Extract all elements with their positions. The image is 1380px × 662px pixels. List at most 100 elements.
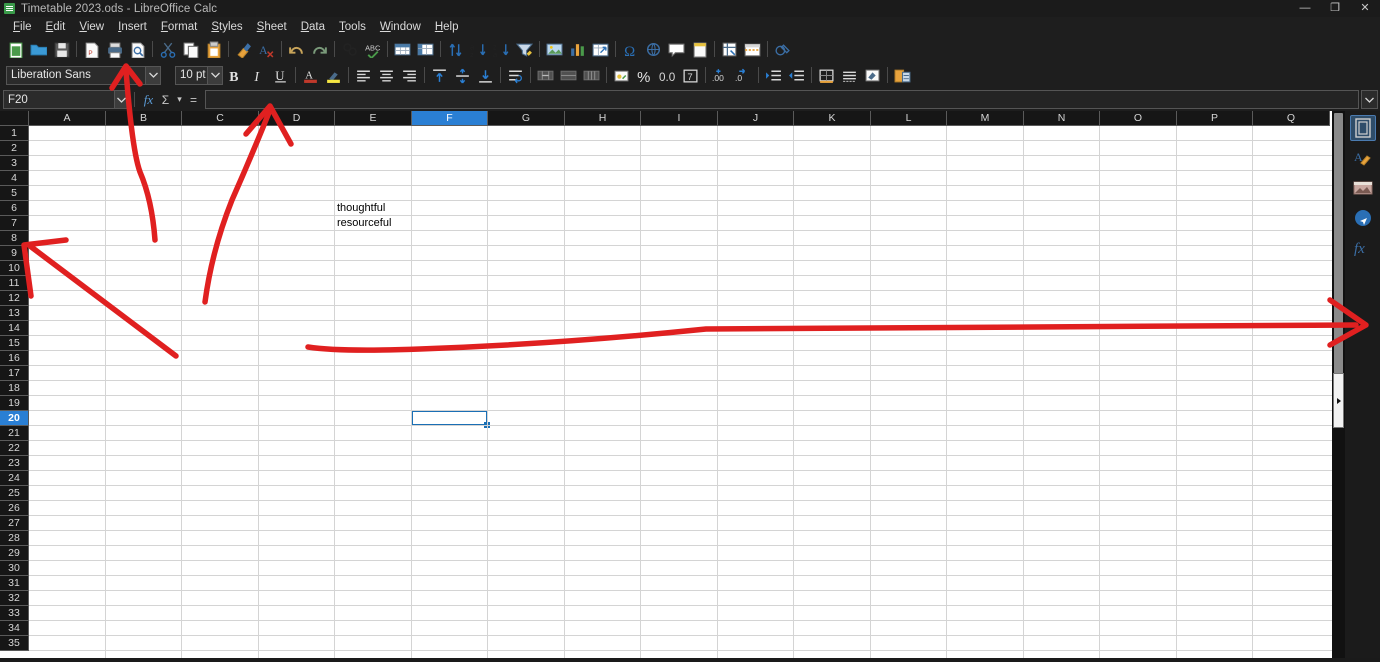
column-header-l[interactable]: L xyxy=(871,111,947,126)
column-header-h[interactable]: H xyxy=(565,111,641,126)
minimize-button[interactable]: — xyxy=(1290,0,1320,17)
menu-help[interactable]: Help xyxy=(428,19,466,35)
column-header-c[interactable]: C xyxy=(182,111,259,126)
row-header-11[interactable]: 11 xyxy=(0,276,29,291)
clear-formatting-icon[interactable]: A xyxy=(255,38,278,60)
insert-image-icon[interactable] xyxy=(543,38,566,60)
row-header-31[interactable]: 31 xyxy=(0,576,29,591)
row-icon[interactable] xyxy=(391,38,414,60)
row-header-13[interactable]: 13 xyxy=(0,306,29,321)
row-header-22[interactable]: 22 xyxy=(0,441,29,456)
row-header-15[interactable]: 15 xyxy=(0,336,29,351)
row-header-35[interactable]: 35 xyxy=(0,636,29,651)
menu-tools[interactable]: Tools xyxy=(332,19,373,35)
row-header-2[interactable]: 2 xyxy=(0,141,29,156)
expand-formula-bar-icon[interactable] xyxy=(1361,90,1378,109)
date-format-icon[interactable]: 7 xyxy=(679,64,702,86)
name-box[interactable]: F20 xyxy=(3,90,129,109)
font-size-combobox[interactable]: 10 pt xyxy=(175,65,223,85)
redo-icon[interactable] xyxy=(308,38,331,60)
column-header-m[interactable]: M xyxy=(947,111,1024,126)
column-header-i[interactable]: I xyxy=(641,111,718,126)
wrap-text-icon[interactable] xyxy=(504,64,527,86)
select-all-corner[interactable] xyxy=(0,111,29,126)
show-draw-functions-icon[interactable] xyxy=(771,38,794,60)
delete-decimal-place-icon[interactable]: .0 xyxy=(732,64,755,86)
menu-data[interactable]: Data xyxy=(294,19,332,35)
row-header-25[interactable]: 25 xyxy=(0,486,29,501)
maximize-button[interactable]: ❐ xyxy=(1320,0,1350,17)
sum-dropdown-icon[interactable]: ▾ xyxy=(174,90,185,110)
row-header-23[interactable]: 23 xyxy=(0,456,29,471)
row-header-4[interactable]: 4 xyxy=(0,171,29,186)
font-color-icon[interactable]: A xyxy=(299,64,322,86)
formula-input-line[interactable] xyxy=(205,90,1359,109)
row-header-1[interactable]: 1 xyxy=(0,126,29,141)
border-style-icon[interactable] xyxy=(838,64,861,86)
comment-icon[interactable] xyxy=(665,38,688,60)
column-header-k[interactable]: K xyxy=(794,111,871,126)
unmerge-cells-icon[interactable] xyxy=(580,64,603,86)
add-decimal-place-icon[interactable]: .00 xyxy=(709,64,732,86)
menu-insert[interactable]: Insert xyxy=(111,19,154,35)
align-bottom-icon[interactable] xyxy=(474,64,497,86)
formula-icon[interactable]: = xyxy=(185,90,202,110)
vertical-scrollbar-thumb[interactable] xyxy=(1334,113,1343,378)
spelling-icon[interactable]: ABC xyxy=(361,38,384,60)
undo-icon[interactable] xyxy=(285,38,308,60)
vertical-split-handle[interactable] xyxy=(1333,373,1344,428)
font-name-combobox[interactable]: Liberation Sans xyxy=(6,65,161,85)
align-left-icon[interactable] xyxy=(352,64,375,86)
cell-e7[interactable]: resourceful xyxy=(335,216,391,230)
sheet-grid[interactable]: ABCDEFGHIJKLMNOPQ 1 2 3 4 5 6 7 8 9 10 11 12 13 14 15 1… xyxy=(0,111,1345,658)
chevron-down-icon[interactable] xyxy=(207,66,222,84)
row-header-18[interactable]: 18 xyxy=(0,381,29,396)
percent-format-icon[interactable]: % xyxy=(633,64,656,86)
column-header-b[interactable]: B xyxy=(106,111,182,126)
menu-sheet[interactable]: Sheet xyxy=(250,19,294,35)
new-document-icon[interactable] xyxy=(4,38,27,60)
row-header-33[interactable]: 33 xyxy=(0,606,29,621)
decrease-indent-icon[interactable] xyxy=(785,64,808,86)
column-header-o[interactable]: O xyxy=(1100,111,1177,126)
freeze-rows-columns-icon[interactable] xyxy=(718,38,741,60)
cell-styles-icon[interactable] xyxy=(891,64,914,86)
row-header-24[interactable]: 24 xyxy=(0,471,29,486)
special-character-icon[interactable]: Ω xyxy=(619,38,642,60)
row-header-10[interactable]: 10 xyxy=(0,261,29,276)
menu-format[interactable]: Format xyxy=(154,19,204,35)
sort-icon[interactable] xyxy=(444,38,467,60)
column-header-q[interactable]: Q xyxy=(1253,111,1330,126)
hyperlink-icon[interactable] xyxy=(642,38,665,60)
row-header-17[interactable]: 17 xyxy=(0,366,29,381)
align-right-icon[interactable] xyxy=(398,64,421,86)
row-header-19[interactable]: 19 xyxy=(0,396,29,411)
currency-format-icon[interactable] xyxy=(610,64,633,86)
insert-chart-icon[interactable] xyxy=(566,38,589,60)
bold-icon[interactable]: B xyxy=(223,64,246,86)
pivot-table-icon[interactable] xyxy=(589,38,612,60)
row-header-7[interactable]: 7 xyxy=(0,216,29,231)
sidebar-functions-icon[interactable]: fx xyxy=(1350,235,1376,261)
align-center-icon[interactable] xyxy=(375,64,398,86)
print-icon[interactable] xyxy=(103,38,126,60)
row-header-21[interactable]: 21 xyxy=(0,426,29,441)
menu-file[interactable]: File xyxy=(6,19,39,35)
cell-e6[interactable]: thoughtful xyxy=(335,201,385,215)
function-wizard-icon[interactable]: fx xyxy=(140,90,157,110)
row-header-29[interactable]: 29 xyxy=(0,546,29,561)
open-file-icon[interactable] xyxy=(27,38,50,60)
save-icon[interactable] xyxy=(50,38,73,60)
menu-window[interactable]: Window xyxy=(373,19,428,35)
merge-and-center-cells-icon[interactable] xyxy=(534,64,557,86)
chevron-down-icon[interactable] xyxy=(114,91,128,108)
column-header-p[interactable]: P xyxy=(1177,111,1253,126)
column-header-n[interactable]: N xyxy=(1024,111,1100,126)
row-header-27[interactable]: 27 xyxy=(0,516,29,531)
highlighting-color-icon[interactable] xyxy=(322,64,345,86)
row-header-12[interactable]: 12 xyxy=(0,291,29,306)
row-header-5[interactable]: 5 xyxy=(0,186,29,201)
column-header-f[interactable]: F xyxy=(412,111,488,126)
column-header-a[interactable]: A xyxy=(29,111,106,126)
merge-cells-icon[interactable] xyxy=(557,64,580,86)
